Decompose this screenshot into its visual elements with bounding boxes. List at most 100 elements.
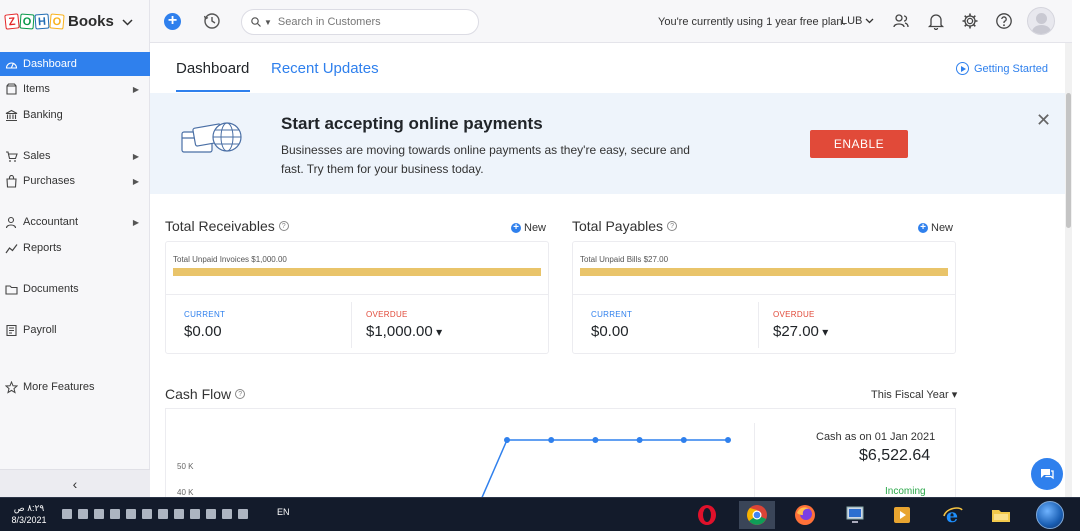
- sidebar-item-banking[interactable]: Banking: [0, 103, 150, 127]
- chevron-down-icon: [866, 18, 874, 24]
- help-icon[interactable]: ?: [235, 389, 246, 399]
- sidebar-item-label: Documents: [23, 283, 79, 295]
- search-input[interactable]: [277, 16, 448, 28]
- overdue-amount-dropdown[interactable]: $27.00: [773, 323, 828, 340]
- chevron-down-icon[interactable]: [122, 15, 133, 29]
- sidebar-item-payroll[interactable]: Payroll: [0, 318, 150, 342]
- new-invoice-button[interactable]: + New: [511, 222, 546, 234]
- cashflow-title: Cash Flow ?: [165, 386, 246, 402]
- current-amount[interactable]: $0.00: [591, 323, 629, 340]
- sidebar-collapse-button[interactable]: ‹: [0, 469, 150, 497]
- help-icon[interactable]: [995, 12, 1013, 30]
- data-point[interactable]: [725, 437, 731, 443]
- current-label: CURRENT: [184, 310, 226, 319]
- incoming-label: Incoming: [885, 486, 926, 497]
- tray-app-icon[interactable]: [110, 509, 120, 519]
- unpaid-invoices-text: Total Unpaid Invoices $1,000.00: [173, 255, 287, 264]
- logo-letter: Z: [4, 13, 20, 30]
- gear-icon[interactable]: [961, 12, 979, 30]
- tab-recent-updates[interactable]: Recent Updates: [271, 60, 379, 77]
- sidebar: Dashboard Items ▶ Banking Sales ▶ Purcha…: [0, 43, 150, 497]
- clock-date: 8/3/2021: [11, 515, 47, 525]
- overdue-amount-dropdown[interactable]: $1,000.00: [366, 323, 442, 340]
- sidebar-item-label: Items: [23, 83, 50, 95]
- sidebar-item-accountant[interactable]: Accountant ▶: [0, 210, 150, 234]
- clock[interactable]: ٨:٢٩ ص 8/3/2021: [8, 502, 50, 526]
- file-explorer-icon[interactable]: [986, 501, 1016, 529]
- sidebar-item-items[interactable]: Items ▶: [0, 77, 150, 101]
- internet-explorer-icon[interactable]: e: [938, 501, 968, 529]
- logo-letter: O: [19, 13, 35, 30]
- receivables-progress-bar[interactable]: [173, 268, 541, 276]
- data-point[interactable]: [548, 437, 555, 443]
- unpaid-bills-text: Total Unpaid Bills $27.00: [580, 255, 669, 264]
- start-button[interactable]: [1036, 501, 1064, 529]
- payables-progress-bar[interactable]: [580, 268, 948, 276]
- new-bill-button[interactable]: + New: [918, 222, 953, 234]
- tray-app-icon[interactable]: [158, 509, 168, 519]
- sidebar-item-documents[interactable]: Documents: [0, 277, 150, 301]
- media-player-icon[interactable]: [887, 501, 917, 529]
- sidebar-item-dashboard[interactable]: Dashboard: [0, 52, 150, 76]
- caret-right-icon: ▶: [132, 217, 139, 227]
- scrollbar-thumb[interactable]: [1066, 93, 1071, 228]
- chevron-left-icon: ‹: [72, 475, 78, 492]
- org-switcher[interactable]: LUB: [841, 15, 874, 27]
- getting-started-link[interactable]: Getting Started: [956, 62, 1048, 75]
- tray-app-icon[interactable]: [94, 509, 104, 519]
- chrome-icon[interactable]: [739, 501, 775, 529]
- app-logo[interactable]: Z O H O Books: [0, 0, 150, 43]
- tray-app-icon[interactable]: [174, 509, 184, 519]
- history-icon[interactable]: [203, 12, 221, 30]
- tab-dashboard[interactable]: Dashboard: [176, 60, 251, 92]
- sidebar-item-more-features[interactable]: More Features: [0, 375, 150, 399]
- input-language[interactable]: EN: [277, 507, 290, 517]
- payments-banner: Start accepting online payments Business…: [150, 93, 1065, 194]
- chat-button[interactable]: [1031, 458, 1063, 490]
- banner-title: Start accepting online payments: [281, 114, 543, 133]
- bell-icon[interactable]: [927, 12, 945, 31]
- caret-right-icon: ▶: [132, 176, 139, 186]
- sidebar-item-purchases[interactable]: Purchases ▶: [0, 169, 150, 193]
- fiscal-period-dropdown[interactable]: This Fiscal Year ▾: [871, 388, 957, 401]
- close-icon[interactable]: ✕: [1036, 110, 1051, 131]
- current-amount[interactable]: $0.00: [184, 323, 222, 340]
- bluetooth-icon[interactable]: [206, 509, 216, 519]
- firefox-icon[interactable]: [790, 501, 820, 529]
- tray-app-icon[interactable]: [222, 509, 232, 519]
- data-point[interactable]: [592, 437, 599, 443]
- search-scope-caret-icon[interactable]: ▼: [264, 18, 272, 27]
- data-point[interactable]: [504, 437, 510, 443]
- tray-app-icon[interactable]: [126, 509, 136, 519]
- network-app-icon[interactable]: [840, 501, 870, 529]
- tray-app-icon[interactable]: [190, 509, 200, 519]
- help-icon[interactable]: ?: [278, 221, 289, 231]
- top-bar: Z O H O Books + ▼ You're currently using…: [0, 0, 1072, 43]
- main-scrollbar[interactable]: [1065, 43, 1072, 497]
- help-icon[interactable]: ?: [667, 221, 678, 231]
- opera-icon[interactable]: [692, 501, 722, 529]
- sidebar-item-label: Accountant: [23, 216, 79, 228]
- volume-icon[interactable]: [78, 509, 88, 519]
- search-box[interactable]: ▼: [241, 9, 479, 35]
- receivables-title: Total Receivables ?: [165, 218, 289, 234]
- dashboard-tabs: Dashboard Recent Updates Getting Started: [150, 43, 1065, 93]
- tray-app-icon[interactable]: [238, 509, 248, 519]
- avatar[interactable]: [1027, 7, 1055, 35]
- data-point[interactable]: [680, 437, 687, 443]
- flag-icon[interactable]: [62, 509, 72, 519]
- chart-line-icon: [5, 243, 18, 253]
- sidebar-item-reports[interactable]: Reports: [0, 236, 150, 260]
- enable-button[interactable]: ENABLE: [810, 130, 908, 158]
- signal-icon[interactable]: [142, 509, 152, 519]
- sidebar-item-sales[interactable]: Sales ▶: [0, 144, 150, 168]
- payables-card: Total Unpaid Bills $27.00 CURRENT $0.00 …: [572, 241, 956, 354]
- folder-icon: [5, 284, 18, 295]
- cart-icon: [6, 150, 18, 162]
- data-point[interactable]: [636, 437, 643, 443]
- caret-right-icon: ▶: [132, 84, 139, 94]
- quick-create-plus-icon[interactable]: +: [164, 13, 181, 30]
- y-tick-label: 40 K: [177, 488, 194, 497]
- users-icon[interactable]: [892, 12, 910, 30]
- main-content: Dashboard Recent Updates Getting Started…: [150, 43, 1065, 497]
